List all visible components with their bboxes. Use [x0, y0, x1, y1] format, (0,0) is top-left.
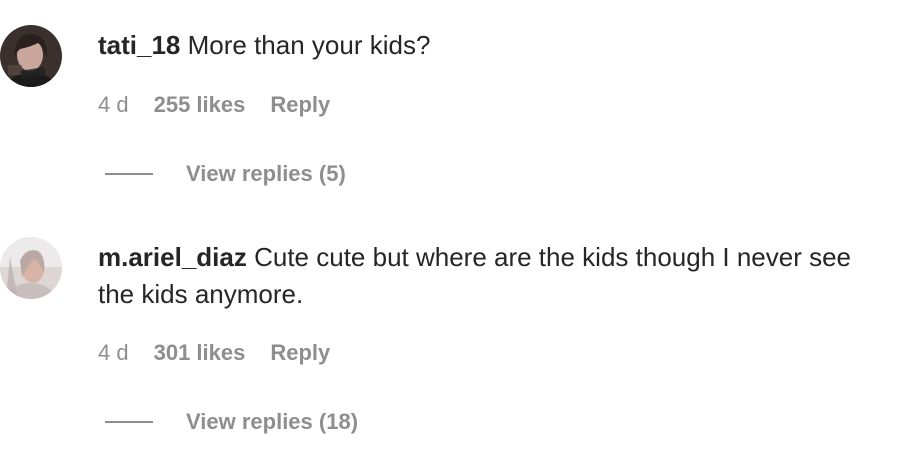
comment-text: m.ariel_diaz Cute cute but where are the… — [98, 239, 858, 313]
comment-likes-count[interactable]: 255 likes — [154, 92, 246, 118]
reply-button[interactable]: Reply — [270, 340, 330, 366]
comment-meta: 4 d 301 likes Reply — [98, 340, 330, 366]
comment-timestamp[interactable]: 4 d — [98, 340, 129, 366]
view-replies-divider — [105, 173, 153, 175]
view-replies-label[interactable]: View replies (18) — [186, 409, 358, 435]
comment-username[interactable]: m.ariel_diaz — [98, 242, 247, 272]
comment-likes-count[interactable]: 301 likes — [154, 340, 246, 366]
view-replies-divider — [105, 421, 153, 423]
comment-body: More than your kids? — [187, 30, 431, 60]
view-replies-label[interactable]: View replies (5) — [186, 161, 346, 187]
comment-meta: 4 d 255 likes Reply — [98, 92, 330, 118]
comment-timestamp[interactable]: 4 d — [98, 92, 129, 118]
avatar[interactable] — [0, 25, 62, 87]
comment-username[interactable]: tati_18 — [98, 30, 180, 60]
avatar[interactable] — [0, 237, 62, 299]
comment-text: tati_18 More than your kids? — [98, 27, 858, 64]
view-replies-button[interactable]: View replies (18) — [105, 409, 358, 435]
reply-button[interactable]: Reply — [270, 92, 330, 118]
view-replies-button[interactable]: View replies (5) — [105, 161, 346, 187]
